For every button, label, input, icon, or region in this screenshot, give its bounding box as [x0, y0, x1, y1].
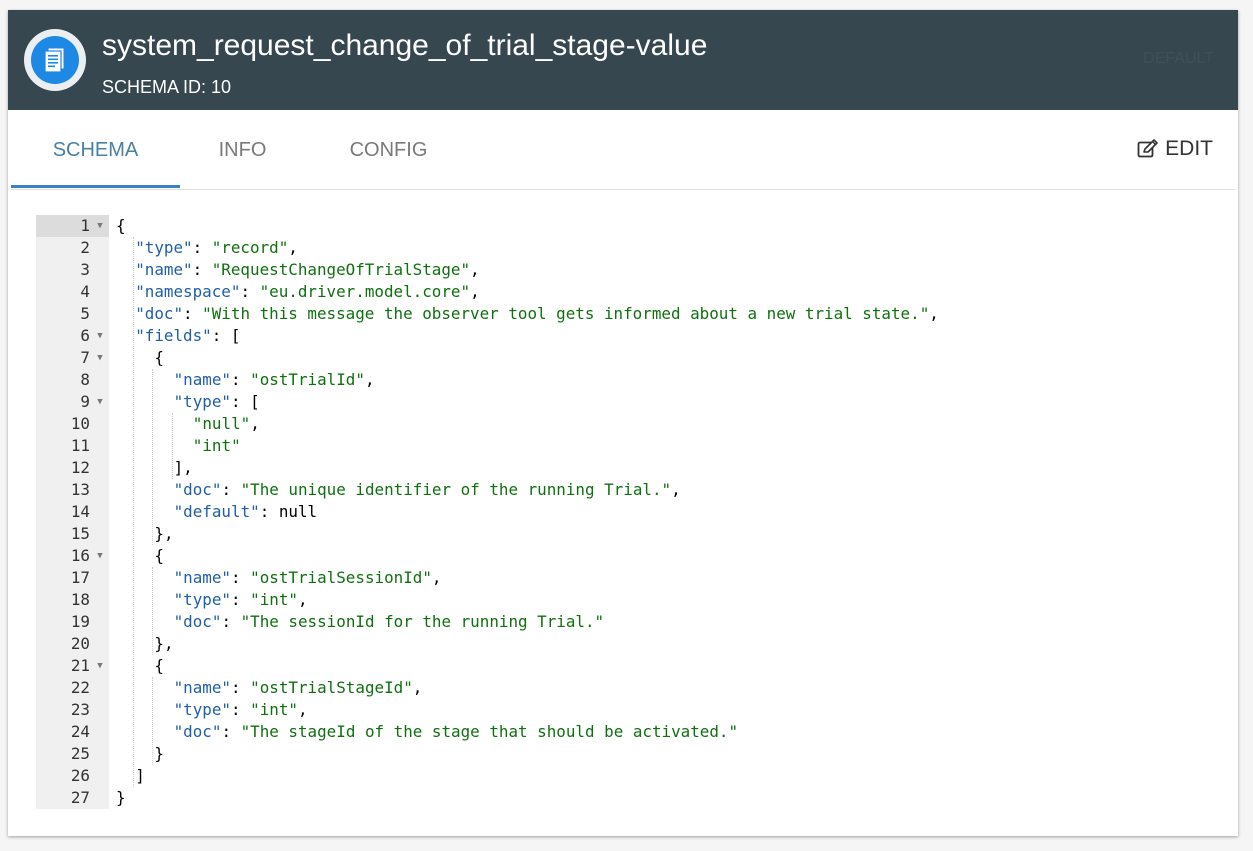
- indent-guide: [152, 369, 154, 545]
- line-number: 16: [70, 546, 90, 565]
- code-line: "type": "int",: [173, 590, 308, 609]
- code-line: "doc": "The stageId of the stage that sh…: [173, 722, 739, 741]
- code-line: "doc": "With this message the observer t…: [135, 304, 939, 323]
- schema-avatar: [24, 29, 86, 91]
- line-number: 14: [70, 502, 90, 521]
- line-number: 3: [80, 260, 90, 279]
- schema-id-label: SCHEMA ID: 10: [102, 77, 232, 97]
- tab-schema[interactable]: SCHEMA: [11, 110, 180, 187]
- tab-config[interactable]: CONFIG: [331, 110, 446, 187]
- code-line: "int": [192, 436, 241, 455]
- avatar-circle: [31, 36, 79, 84]
- code-line: "doc": "The unique identifier of the run…: [173, 480, 681, 499]
- line-number: 15: [70, 524, 90, 543]
- code-line: }: [154, 744, 164, 763]
- line-number: 17: [70, 568, 90, 587]
- indent-guide: [133, 237, 135, 787]
- fold-toggle-icon[interactable]: ▼: [94, 545, 106, 567]
- fold-toggle-icon[interactable]: ▼: [94, 325, 106, 347]
- line-number: 22: [70, 678, 90, 697]
- code-line: }: [116, 788, 126, 807]
- edit-button[interactable]: EDIT: [1137, 134, 1213, 164]
- line-number: 19: [70, 612, 90, 631]
- header-faint-label: DEFAULT: [1143, 50, 1214, 67]
- indent-guide: [152, 677, 154, 765]
- code-line: "type": [: [173, 392, 260, 411]
- fold-toggle-icon[interactable]: ▼: [94, 215, 106, 237]
- active-tab-indicator: [11, 185, 180, 188]
- indent-guide: [152, 567, 154, 655]
- code-line: {: [116, 216, 126, 235]
- code-line: {: [154, 348, 164, 367]
- edit-icon: [1137, 139, 1158, 158]
- code-line: "doc": "The sessionId for the running Tr…: [173, 612, 605, 631]
- line-number: 20: [70, 634, 90, 653]
- fold-toggle-icon[interactable]: ▼: [94, 347, 106, 369]
- line-number: 12: [70, 458, 90, 477]
- line-number: 25: [70, 744, 90, 763]
- line-number: 24: [70, 722, 90, 741]
- schema-card: system_request_change_of_trial_stage-val…: [8, 10, 1238, 836]
- line-number: 27: [70, 788, 90, 807]
- code-line: "type": "record",: [135, 238, 298, 257]
- line-number: 8: [80, 370, 90, 389]
- code-line: {: [154, 546, 164, 565]
- code-line: "type": "int",: [173, 700, 308, 719]
- schema-title: system_request_change_of_trial_stage-val…: [102, 29, 708, 62]
- fold-toggle-icon[interactable]: ▼: [94, 655, 106, 677]
- code-line: "null",: [192, 414, 260, 433]
- line-number: 2: [80, 238, 90, 257]
- code-line: "fields": [: [135, 326, 241, 345]
- code-line: ],: [173, 458, 193, 477]
- tab-info[interactable]: INFO: [180, 110, 305, 187]
- schema-code-editor[interactable]: 1 ▼{2 "type": "record", 3 "name": "RequestCh…: [36, 215, 1216, 809]
- line-number: 6: [80, 326, 90, 345]
- line-number: 9: [80, 392, 90, 411]
- line-number: 10: [70, 414, 90, 433]
- fold-toggle-icon[interactable]: ▼: [94, 391, 106, 413]
- code-line: "namespace": "eu.driver.model.core",: [135, 282, 480, 301]
- line-number: 26: [70, 766, 90, 785]
- code-line: },: [154, 524, 174, 543]
- schema-header: system_request_change_of_trial_stage-val…: [8, 10, 1238, 110]
- code-line: "name": "ostTrialSessionId",: [173, 568, 442, 587]
- line-number: 13: [70, 480, 90, 499]
- code-line: "name": "ostTrialStageId",: [173, 678, 423, 697]
- code-line: ]: [135, 766, 145, 785]
- document-icon: [44, 47, 65, 73]
- code-line: "default": null: [173, 502, 318, 521]
- line-number: 4: [80, 282, 90, 301]
- code-line: {: [154, 656, 164, 675]
- line-number: 5: [80, 304, 90, 323]
- code-line: "name": "ostTrialId",: [173, 370, 375, 389]
- tab-bar: SCHEMA INFO CONFIG EDIT: [11, 110, 1235, 190]
- line-number: 23: [70, 700, 90, 719]
- line-number: 21: [70, 656, 90, 675]
- indent-guide: [171, 413, 173, 479]
- line-number: 11: [70, 436, 90, 455]
- code-line: "name": "RequestChangeOfTrialStage",: [135, 260, 480, 279]
- code-line: },: [154, 634, 174, 653]
- line-number: 7: [80, 348, 90, 367]
- edit-label: EDIT: [1165, 137, 1213, 160]
- line-number: 18: [70, 590, 90, 609]
